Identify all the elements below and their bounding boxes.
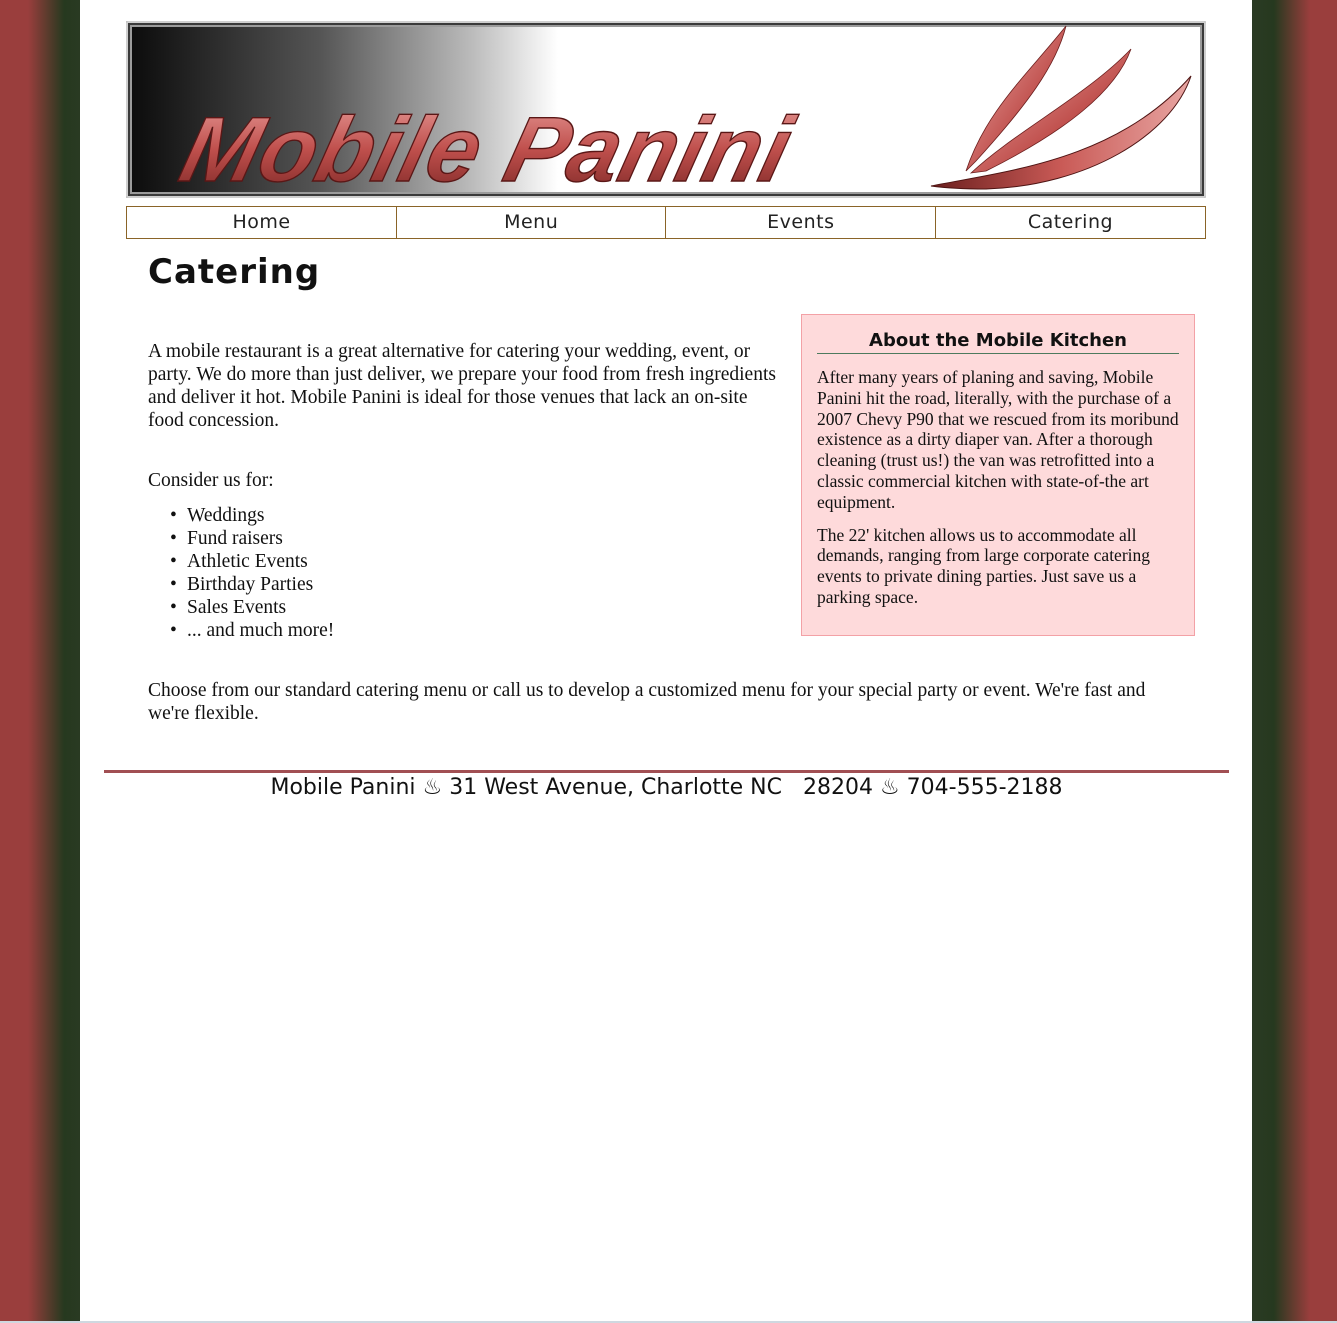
footer-contact: Mobile Panini ♨ 31 West Avenue, Charlott… — [270, 775, 1063, 800]
list-item: Sales Events — [170, 596, 334, 619]
sidebar-title: About the Mobile Kitchen — [817, 330, 1179, 354]
list-item: Birthday Parties — [170, 573, 334, 596]
list-item: Fund raisers — [170, 527, 334, 550]
site-banner-logo[interactable]: Mobile Panini — [126, 21, 1206, 198]
right-side-shadow — [1250, 0, 1310, 1323]
nav-events[interactable]: Events — [665, 206, 937, 239]
list-item: Athletic Events — [170, 550, 334, 573]
flame-swoosh-front — [930, 75, 1192, 190]
footer-divider — [104, 770, 1229, 773]
consider-label: Consider us for: — [148, 470, 274, 491]
mobile-kitchen-sidebar: About the Mobile Kitchen After many year… — [801, 314, 1195, 636]
page-container: Mobile Panini Home Menu Events Catering … — [80, 0, 1252, 1323]
list-item: ... and much more! — [170, 619, 334, 642]
sidebar-paragraph: After many years of planing and saving, … — [817, 367, 1179, 512]
list-item: Weddings — [170, 504, 334, 527]
main-navigation: Home Menu Events Catering — [126, 206, 1206, 239]
nav-home[interactable]: Home — [126, 206, 398, 239]
left-side-shadow — [28, 0, 88, 1323]
intro-paragraph: A mobile restaurant is a great alternati… — [148, 341, 776, 431]
nav-catering[interactable]: Catering — [934, 206, 1206, 239]
nav-menu[interactable]: Menu — [395, 206, 667, 239]
page-title: Catering — [148, 252, 321, 292]
logo-graphic: Mobile Panini — [170, 25, 1192, 198]
sidebar-paragraph: The 22' kitchen allows us to accommodate… — [817, 524, 1151, 607]
catering-uses-list: Weddings Fund raisers Athletic Events Bi… — [170, 504, 334, 642]
closing-paragraph: Choose from our standard catering menu o… — [148, 680, 1146, 724]
logo-wordmark: Mobile Panini — [171, 97, 804, 198]
